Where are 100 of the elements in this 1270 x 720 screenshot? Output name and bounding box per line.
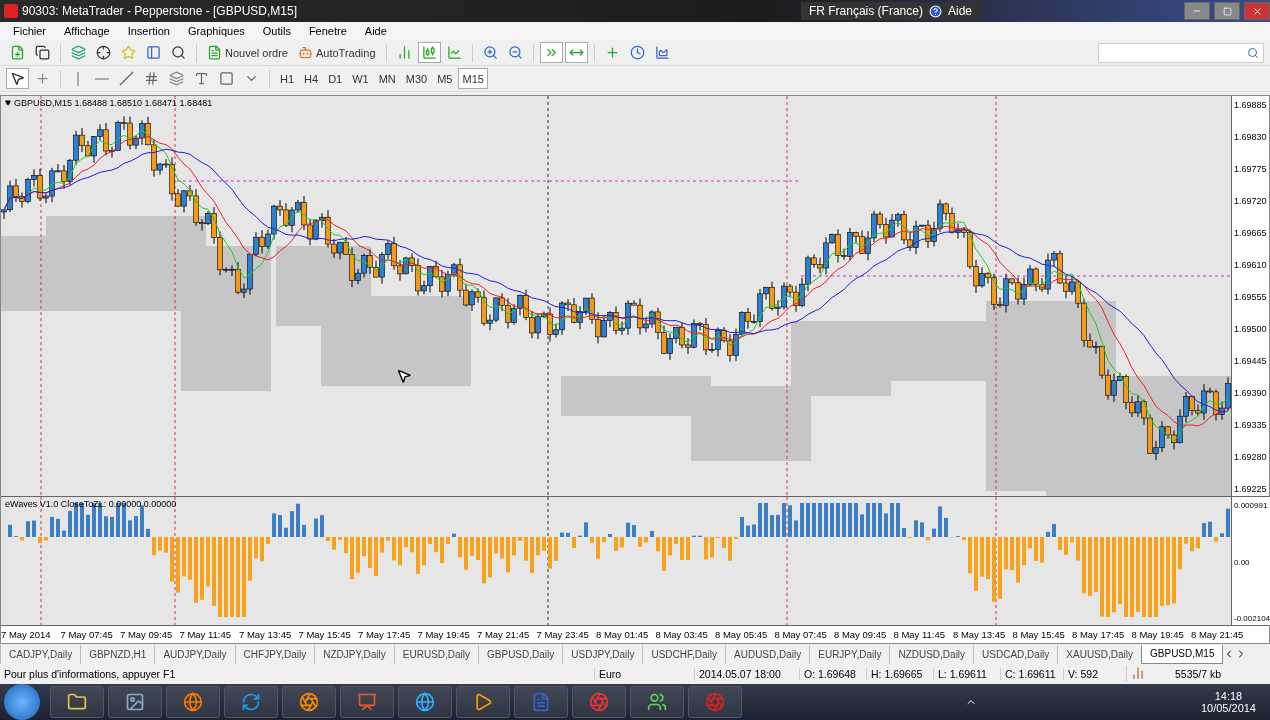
chart-tab[interactable]: EURJPY,Daily [809,644,890,664]
indicator-header: eWaves V1.0 CloseToZL: 0.00000 0.00000 [5,499,177,509]
time-label: 7 May 09:45 [120,629,174,640]
close-button[interactable] [1244,2,1270,20]
timeframe-button[interactable]: M30 [401,68,432,89]
crosshair-tool-icon [35,71,50,86]
globe-icon [415,692,435,712]
chart-tab[interactable]: GBPNZD,H1 [80,644,155,664]
menu-item[interactable]: Insertion [118,22,179,40]
candlestick-icon [421,45,437,60]
price-label: 1.69280 [1234,452,1268,462]
chart-shift-button[interactable] [564,42,588,63]
new-order-button[interactable]: Nouvel ordre [203,42,292,63]
taskbar-button[interactable] [456,686,510,718]
price-label: 1.69335 [1234,420,1268,430]
cursor-icon [10,71,25,86]
chart-tab[interactable]: USDCHF,Daily [642,644,725,664]
autoscroll-button[interactable] [539,42,563,63]
time-label: 8 May 05:45 [715,629,769,640]
indicators-icon [604,45,620,60]
taskbar-button[interactable] [50,686,104,718]
chart-tab[interactable]: USDJPY,Daily [562,644,643,664]
menu-item[interactable]: Fenetre [299,22,356,40]
mouse-cursor-icon [396,368,412,384]
taskbar-button[interactable] [340,686,394,718]
language-label[interactable]: FR Français (France) [808,4,923,18]
aperture-icon [705,692,725,712]
play-icon [473,692,493,712]
timeframe-button[interactable]: H1 [276,68,299,89]
chart-tab[interactable]: NZDJPY,Daily [314,644,394,664]
taskbar-button[interactable] [630,686,684,718]
chart-tab[interactable]: NZDUSD,Daily [889,644,974,664]
zoom-out-icon [507,45,523,60]
timeframe-button[interactable]: H4 [300,68,323,89]
menu-item[interactable]: Graphiques [178,22,254,40]
taskbar-button[interactable] [224,686,278,718]
price-label: 1.69610 [1234,260,1268,270]
price-label: 1.69390 [1234,388,1268,398]
folder-icon [67,692,87,712]
chart-tab[interactable]: CHFJPY,Daily [234,644,315,664]
timeframe-button[interactable]: M5 [433,68,457,89]
horizontal-line-icon [95,77,109,80]
timeframe-button[interactable]: D1 [324,68,347,89]
time-label: 7 May 13:45 [239,629,293,640]
periods-icon [629,45,645,60]
dropdown-triangle-icon[interactable] [5,100,11,106]
time-label: 8 May 19:45 [1131,629,1185,640]
chart-tab[interactable]: GBPUSD,Daily [478,644,563,664]
text-icon [194,71,209,86]
taskbar-button[interactable] [282,686,336,718]
open-price: O: 1.69648 [799,668,866,680]
price-label: 1.69445 [1234,356,1268,366]
minimize-button[interactable] [1184,2,1210,20]
search-icon [1247,46,1259,59]
window-title: 90303: MetaTrader - Pepperstone - [GBPUSD,M15] [22,4,298,18]
chart-tab[interactable]: GBPUSD,M15 [1141,644,1224,664]
chart-tab[interactable]: USDCAD,Daily [973,644,1058,664]
time-label: 7 May 07:45 [60,629,114,640]
help-icon[interactable] [928,4,942,18]
cursor-button[interactable] [6,68,29,89]
aperture-icon [299,692,319,712]
taskbar-button[interactable] [398,686,452,718]
vertical-line-icon [77,71,79,86]
chart-tab[interactable]: AUDJPY,Daily [154,644,235,664]
chart-tab[interactable]: CADJPY,Daily [0,644,81,664]
taskbar-button[interactable] [108,686,162,718]
chart-tab[interactable]: EURUSD,Daily [393,644,479,664]
menu-item[interactable]: Fichier [4,22,55,40]
aperture-icon [589,692,609,712]
maximize-icon [1222,6,1232,16]
connection-bars-icon [1131,666,1145,680]
chart-tab[interactable]: AUDUSD,Daily [725,644,810,664]
taskbar-button[interactable] [166,686,220,718]
menu-item[interactable]: Aide [355,22,396,40]
price-label: 1.69885 [1234,100,1268,110]
templates-icon [654,45,670,60]
low-price: L: 1.69611 [933,668,1000,680]
start-button[interactable] [4,684,40,720]
price-label: 1.69665 [1234,228,1268,238]
time-label: 8 May 11:45 [893,629,947,640]
taskbar-button[interactable] [572,686,626,718]
app-icon [4,4,18,18]
close-price: C: 1.69611 [1000,668,1063,680]
menu-item[interactable]: Outils [253,22,300,40]
menu-item[interactable]: Affichage [55,22,119,40]
profiles-icon [35,45,50,60]
close-icon [1251,5,1263,17]
timeframe-button[interactable]: M15 [458,68,488,89]
autotrading-button[interactable]: AutoTrading [294,42,380,63]
time-label: 8 May 13:45 [953,629,1007,640]
help-label[interactable]: Aide [947,4,972,18]
indicator-scale-label: -0.002104 [1234,614,1270,623]
maximize-button[interactable] [1214,2,1240,20]
high-price: H: 1.69665 [866,668,933,680]
profile-name: Euro [594,668,694,680]
timeframe-button[interactable]: W1 [348,68,373,89]
candlestick-button[interactable] [417,42,441,63]
search-field[interactable] [1098,42,1264,63]
timeframe-button[interactable]: MN [374,68,400,89]
traffic-counter: 5535/7 kb [1174,668,1223,680]
